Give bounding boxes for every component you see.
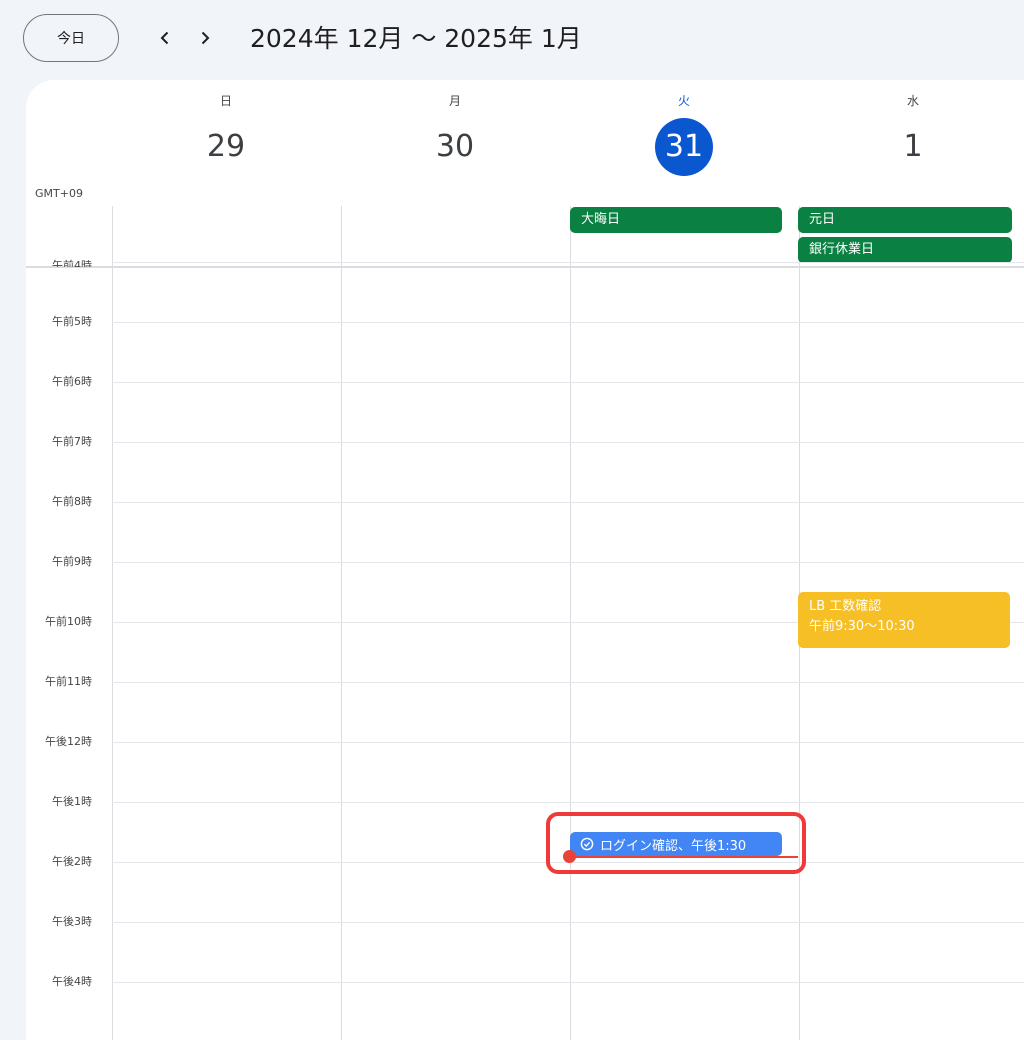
hour-line	[112, 802, 1024, 803]
prev-week-button[interactable]	[149, 22, 181, 54]
day-header-tue-today[interactable]: 火 31	[570, 80, 798, 200]
hour-line	[112, 982, 1024, 983]
hour-label: 午後12時	[45, 735, 92, 748]
column-divider	[112, 206, 113, 1040]
task-check-icon	[580, 837, 594, 851]
date-range-title: 2024年 12月 〜 2025年 1月	[250, 24, 582, 53]
next-week-button[interactable]	[189, 22, 221, 54]
hour-label: 午前8時	[52, 495, 92, 508]
day-number[interactable]: 30	[426, 118, 484, 176]
column-divider	[341, 206, 342, 1040]
all-day-event-ganjitsu[interactable]: 元日	[798, 207, 1012, 233]
today-button[interactable]: 今日	[23, 14, 119, 62]
task-label: ログイン確認、午後1:30	[600, 838, 747, 854]
hour-line	[112, 322, 1024, 323]
hour-line	[112, 682, 1024, 683]
chevron-left-icon	[160, 31, 169, 45]
day-header-wed[interactable]: 水 1	[799, 80, 1024, 200]
day-header-mon[interactable]: 月 30	[341, 80, 569, 200]
hour-label: 午後2時	[52, 855, 92, 868]
hour-label: 午前10時	[45, 615, 92, 628]
task-login-check[interactable]: ログイン確認、午後1:30	[570, 832, 782, 856]
hour-line	[112, 262, 1024, 263]
hour-label-4am: 午前4時	[52, 259, 92, 267]
calendar-toolbar: 今日 2024年 12月 〜 2025年 1月	[0, 0, 1024, 80]
hour-label: 午後1時	[52, 795, 92, 808]
day-number[interactable]: 29	[197, 118, 255, 176]
column-divider	[570, 206, 571, 1040]
all-day-event-omisoka[interactable]: 大晦日	[570, 207, 782, 233]
current-time-line	[570, 856, 798, 858]
chevron-right-icon	[201, 31, 210, 45]
hour-line	[112, 382, 1024, 383]
hour-line	[112, 922, 1024, 923]
today-day-number[interactable]: 31	[655, 118, 713, 176]
hour-label: 午前7時	[52, 435, 92, 448]
event-time: 午前9:30〜10:30	[809, 619, 915, 634]
hour-line	[112, 742, 1024, 743]
hour-label: 午後4時	[52, 975, 92, 988]
hour-line	[112, 562, 1024, 563]
all-day-divider	[26, 266, 1024, 268]
timezone-label: GMT+09	[35, 187, 83, 200]
day-of-week-label: 火	[677, 94, 690, 108]
hour-line	[112, 442, 1024, 443]
day-of-week-label: 月	[448, 94, 461, 108]
day-header-sun[interactable]: 日 29	[112, 80, 340, 200]
hour-label: 午後3時	[52, 915, 92, 928]
day-of-week-label: 水	[906, 94, 919, 108]
day-of-week-label: 日	[219, 94, 232, 108]
all-day-event-bank-holiday[interactable]: 銀行休業日	[798, 237, 1012, 263]
current-time-dot	[563, 850, 576, 863]
hour-label: 午前6時	[52, 375, 92, 388]
calendar-week-view: 日 29 月 30 火 31 水 1 GMT+09 大晦日 元日 銀行休業日 午…	[26, 80, 1024, 1040]
hour-label: 午前5時	[52, 315, 92, 328]
hour-line	[112, 502, 1024, 503]
hour-label: 午前11時	[45, 675, 92, 688]
day-number[interactable]: 1	[884, 118, 942, 176]
hour-label: 午前9時	[52, 555, 92, 568]
event-title: LB 工数確認	[809, 599, 882, 614]
event-lb-effort-check[interactable]: LB 工数確認 午前9:30〜10:30	[798, 592, 1010, 648]
